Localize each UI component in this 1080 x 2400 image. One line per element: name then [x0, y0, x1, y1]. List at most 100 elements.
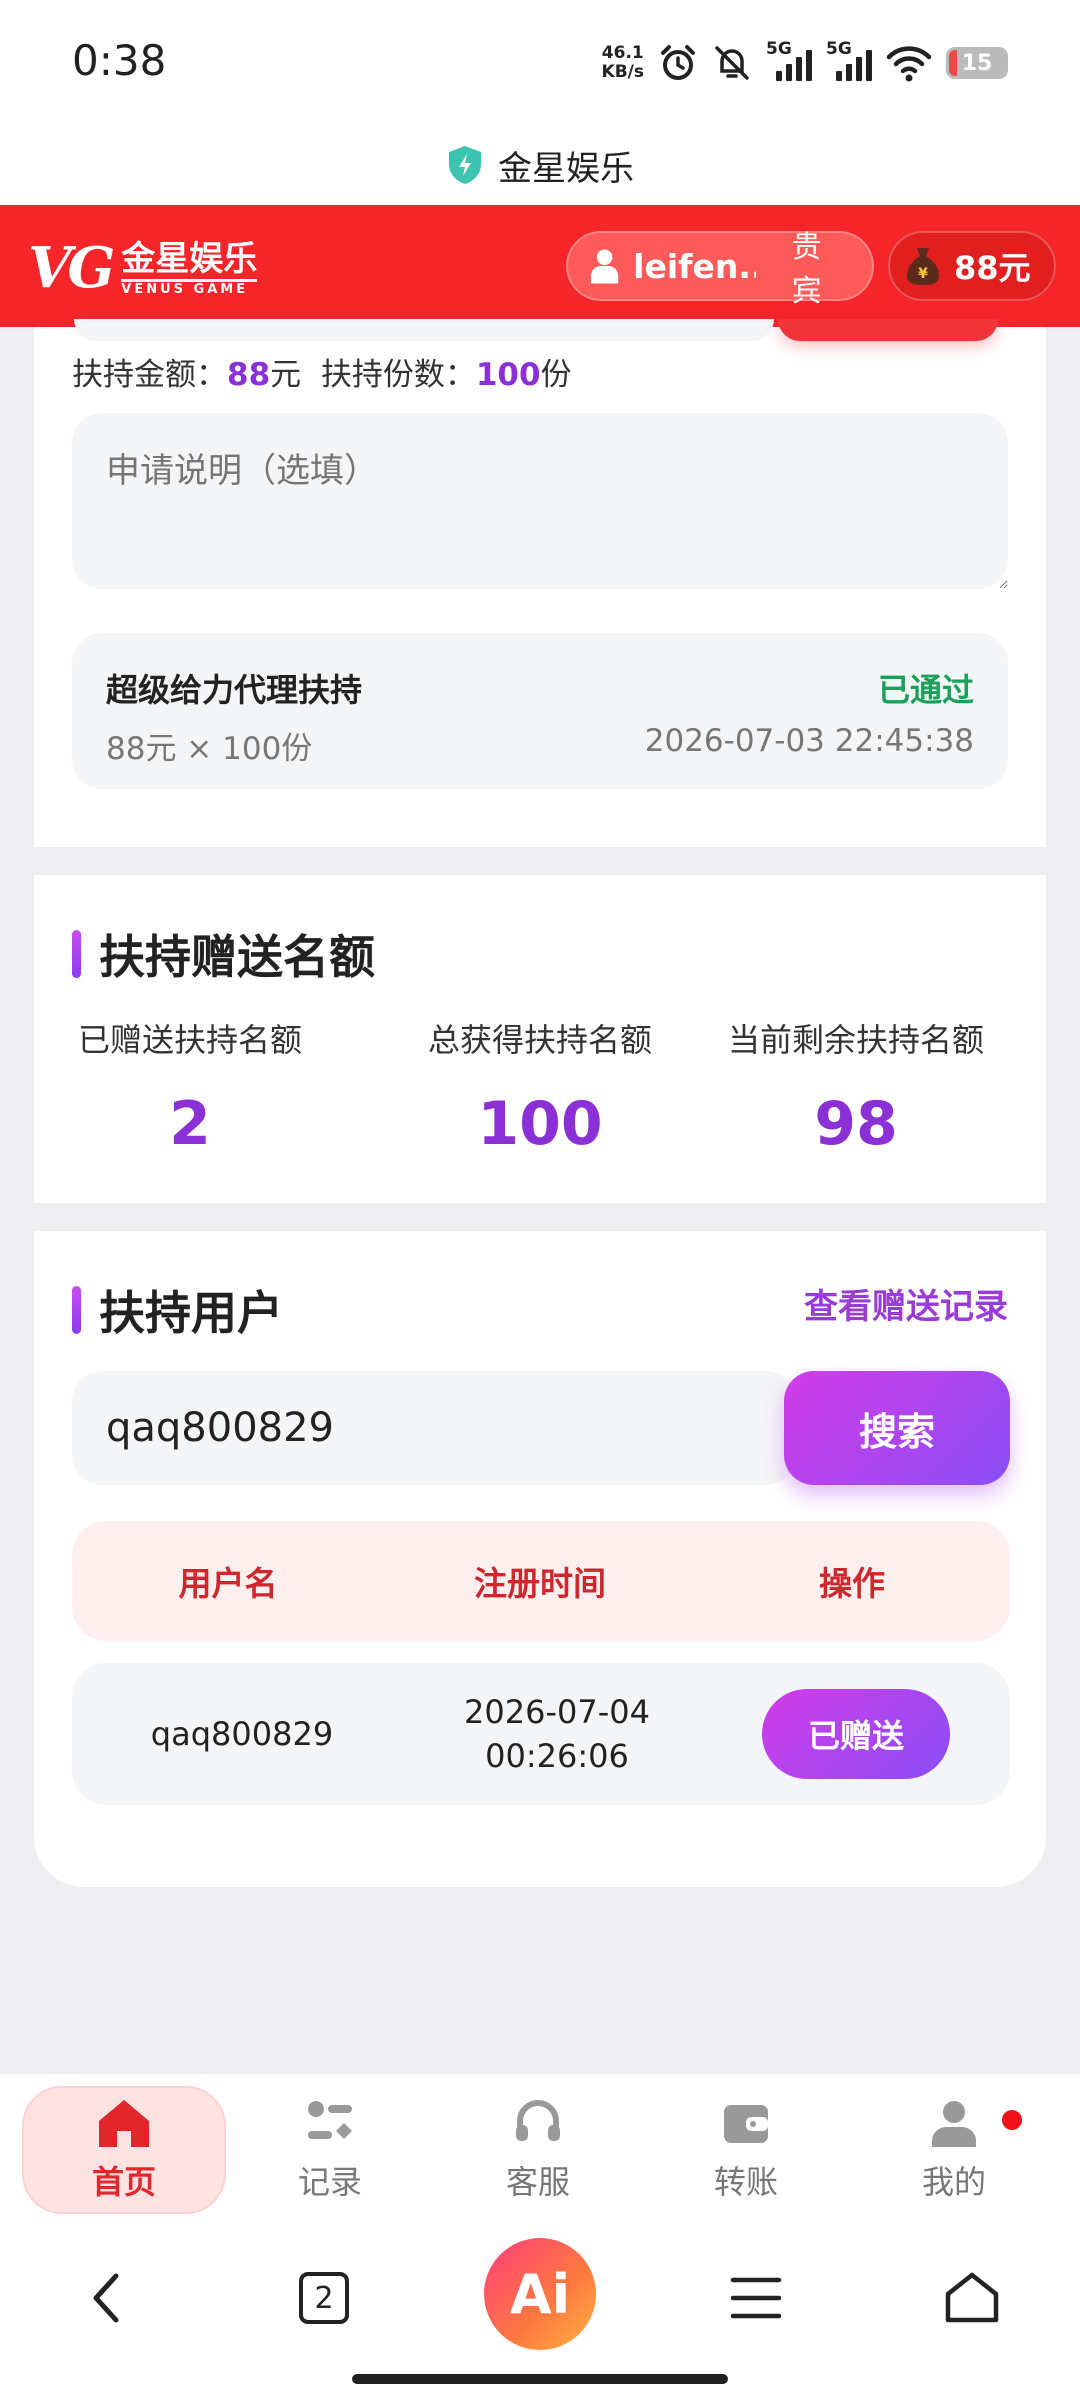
tab-home[interactable]: 首页 — [22, 2086, 226, 2214]
gifted-button[interactable]: 已赠送 — [762, 1689, 950, 1779]
heading-accent-bar — [72, 1286, 81, 1334]
user-icon — [932, 2101, 976, 2147]
tab-label: 首页 — [91, 2163, 156, 2201]
amount-value: 88 — [227, 357, 271, 393]
copies-value: 100 — [475, 357, 541, 393]
username: leifen... — [633, 246, 756, 286]
users-heading: 扶持用户 — [72, 1277, 283, 1343]
users-card: 扶持用户 查看赠送记录 搜索 用户名 注册时间 操作 qaq800829 202… — [34, 1231, 1046, 1887]
record-detail: 88元 × 100份 — [106, 731, 313, 767]
signal-icon: 5G — [766, 39, 812, 83]
stat-label: 已赠送扶持名额 — [77, 1021, 302, 1059]
copies-unit: 份 — [540, 357, 572, 393]
quota-heading: 扶持赠送名额 — [72, 921, 375, 987]
quota-card: 扶持赠送名额 已赠送扶持名额 2 总获得扶持名额 100 当前剩余扶持名额 98 — [34, 875, 1046, 1203]
browser-title-bar: 金星娱乐 — [0, 125, 1080, 205]
stat-value: 100 — [477, 1089, 603, 1159]
user-pill[interactable]: leifen... 贵宾 — [566, 230, 874, 309]
alarm-icon — [661, 45, 695, 80]
tab-support[interactable]: 客服 — [436, 2086, 640, 2214]
record-time: 2026-07-03 22:45:38 — [644, 723, 974, 759]
amount-summary: 扶持金额：88元 扶持份数：100份 — [72, 349, 572, 394]
home-indicator[interactable] — [352, 2374, 728, 2384]
headset-icon — [516, 2100, 560, 2141]
balance-amount: 88元 — [954, 249, 1031, 287]
stat-total: 总获得扶持名额 100 — [384, 1015, 696, 1159]
view-gift-records-link[interactable]: 查看赠送记录 — [804, 1279, 1008, 1328]
tab-count: 2 — [314, 2280, 334, 2316]
battery-icon: 15 — [946, 47, 1008, 79]
application-record: 超级给力代理扶持 已通过 88元 × 100份 2026-07-03 22:45… — [72, 633, 1008, 789]
search-button[interactable]: 搜索 — [784, 1371, 1010, 1485]
signal-icon-2: 5G — [826, 39, 872, 83]
balance-pill[interactable]: ¥ 88元 — [888, 231, 1056, 301]
user-icon — [590, 249, 619, 284]
record-title: 超级给力代理扶持 — [106, 671, 363, 709]
menu-button[interactable] — [716, 2258, 796, 2338]
back-button[interactable] — [66, 2258, 146, 2338]
stat-label: 当前剩余扶持名额 — [727, 1021, 984, 1059]
brand-logo[interactable]: VG 金星娱乐 VENUS GAME — [28, 235, 258, 301]
tab-label: 我的 — [921, 2163, 986, 2201]
home-button[interactable] — [932, 2258, 1012, 2338]
battery-level-text: 15 — [961, 50, 993, 76]
tab-transfer[interactable]: 转账 — [644, 2086, 848, 2214]
app-header: VG 金星娱乐 VENUS GAME leifen... 贵宾 ¥ 88元 — [0, 205, 1080, 327]
svg-text:¥: ¥ — [918, 266, 928, 282]
copies-label: 扶持份数： — [320, 357, 476, 393]
apply-button[interactable] — [778, 319, 998, 341]
tabs-button[interactable]: 2 — [284, 2258, 364, 2338]
logo-mark: VG — [28, 235, 115, 301]
bottom-tab-bar: 首页 记录 客服 转账 我的 — [0, 2072, 1080, 2230]
tabs-count-icon: 2 — [299, 2272, 349, 2324]
row-username: qaq800829 — [150, 1715, 334, 1753]
tab-records[interactable]: 记录 — [228, 2086, 432, 2214]
amount-label: 扶持金额： — [72, 357, 227, 393]
tab-profile[interactable]: 我的 — [852, 2086, 1056, 2214]
quota-title: 扶持赠送名额 — [99, 930, 375, 984]
notification-dot — [1002, 2110, 1022, 2130]
network-speed-value: 46.1 — [601, 43, 644, 63]
shield-icon — [449, 146, 481, 184]
stat-value: 98 — [814, 1089, 898, 1159]
status-badge: 已通过 — [877, 671, 974, 709]
wallet-icon — [724, 2105, 768, 2143]
logo-text-cn: 金星娱乐 — [121, 239, 258, 282]
status-bar: 0:38 46.1 KB/s 5G 5G 15 — [0, 0, 1080, 125]
status-icons: 46.1 KB/s 5G 5G 15 — [602, 38, 1008, 88]
tab-label: 转账 — [713, 2163, 778, 2201]
search-input[interactable] — [72, 1371, 796, 1485]
amount-input[interactable] — [74, 319, 774, 341]
column-header-action: 操作 — [819, 1564, 885, 1603]
records-icon — [308, 2101, 352, 2139]
page-title: 金星娱乐 — [498, 148, 634, 189]
browser-nav-bar: 2 Ai — [0, 2230, 1080, 2400]
chevron-left-icon — [93, 2273, 119, 2323]
note-textarea[interactable] — [72, 413, 1008, 589]
heading-accent-bar — [72, 930, 81, 978]
stat-given: 已赠送扶持名额 2 — [34, 1015, 346, 1159]
amount-unit: 元 — [270, 357, 302, 393]
row-register-time: 2026-07-04 00:26:06 — [464, 1693, 650, 1775]
tab-label: 客服 — [505, 2163, 570, 2201]
apply-card: 扶持金额：88元 扶持份数：100份 超级给力代理扶持 已通过 88元 × 10… — [34, 319, 1046, 847]
menu-icon — [730, 2277, 782, 2319]
network-speed-unit: KB/s — [601, 62, 644, 82]
home-icon — [99, 2100, 149, 2147]
stat-value: 2 — [169, 1089, 211, 1159]
tab-label: 记录 — [297, 2163, 362, 2201]
vip-badge: 贵宾 — [791, 230, 822, 309]
column-header-register-time: 注册时间 — [474, 1564, 606, 1603]
ai-assistant-button[interactable]: Ai — [484, 2238, 596, 2350]
home-outline-icon — [945, 2272, 999, 2323]
mute-bell-icon — [715, 46, 749, 80]
table-row: qaq800829 2026-07-04 00:26:06 已赠送 — [72, 1663, 1010, 1805]
status-time: 0:38 — [72, 36, 167, 85]
users-title: 扶持用户 — [99, 1286, 283, 1340]
money-bag-icon: ¥ — [907, 248, 939, 285]
column-header-username: 用户名 — [178, 1564, 278, 1603]
logo-text-en: VENUS GAME — [121, 282, 249, 297]
table-header: 用户名 注册时间 操作 — [72, 1521, 1010, 1641]
ai-label: Ai — [509, 2262, 571, 2326]
network-speed: 46.1 KB/s — [602, 44, 644, 82]
